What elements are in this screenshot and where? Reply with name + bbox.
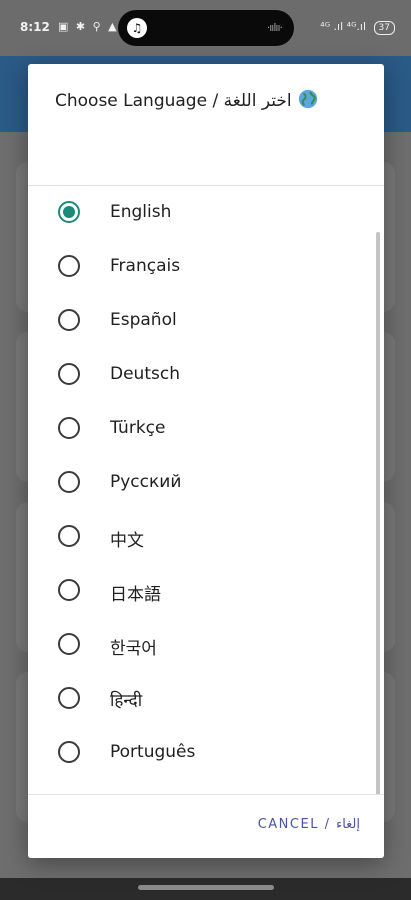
notification-icons: ▣ ✱ ⚲ ▲ (58, 20, 119, 33)
language-dialog: Choose Language / اختر اللغة English Fran… (28, 64, 384, 858)
language-option[interactable]: Português (28, 726, 374, 780)
radio-button[interactable] (58, 471, 80, 493)
battery-icon: 37 (373, 21, 395, 35)
radio-button-checked[interactable] (58, 201, 80, 223)
radio-dot-icon (63, 206, 75, 218)
language-label: 한국어 (110, 639, 157, 659)
language-option[interactable]: Español (28, 294, 374, 348)
radio-button[interactable] (58, 255, 80, 277)
radio-button[interactable] (58, 363, 80, 385)
signal-icons: ⁴ᴳ .ıl ⁴ᴳ.ıl 37 (320, 20, 395, 35)
language-label: Português (110, 742, 196, 762)
radio-button[interactable] (58, 309, 80, 331)
status-time: 8:12 (20, 20, 50, 34)
cancel-button[interactable]: CANCEL / إلغاء (258, 817, 360, 832)
audio-wave-icon: ·ıılıı· (266, 21, 283, 34)
language-label: Русский (110, 472, 182, 492)
language-option[interactable]: 한국어 (28, 618, 374, 672)
radio-button[interactable] (58, 579, 80, 601)
language-option[interactable]: English (28, 186, 374, 240)
language-label: हिन्दी (110, 691, 143, 711)
status-bar: 8:12 ▣ ✱ ⚲ ▲ ♫ ·ıılıı· ⁴ᴳ .ıl ⁴ᴳ.ıl 37 (0, 0, 411, 56)
language-label: 中文 (110, 531, 144, 551)
dialog-title: Choose Language / اختر اللغة (55, 88, 319, 111)
radio-button[interactable] (58, 417, 80, 439)
language-option[interactable]: हिन्दी (28, 672, 374, 726)
dialog-title-text: Choose Language / اختر اللغة (55, 91, 292, 111)
music-note-icon: ♫ (127, 18, 147, 38)
language-label: Français (110, 256, 181, 276)
language-option[interactable]: 日本語 (28, 564, 374, 618)
language-label: 日本語 (110, 585, 161, 605)
language-label: English (110, 202, 172, 222)
language-list[interactable]: English Français Español Deutsch Türkçe Русск… (28, 186, 384, 858)
language-option[interactable]: Deutsch (28, 348, 374, 402)
language-option[interactable]: 中文 (28, 510, 374, 564)
radio-button[interactable] (58, 687, 80, 709)
signal-strength-icon: ⁴ᴳ .ıl ⁴ᴳ.ıl (320, 20, 367, 33)
radio-button[interactable] (58, 525, 80, 547)
language-label: Deutsch (110, 364, 180, 384)
language-option[interactable]: Türkçe (28, 402, 374, 456)
scrollbar[interactable] (376, 232, 380, 836)
radio-button[interactable] (58, 633, 80, 655)
globe-icon (298, 89, 318, 109)
language-option[interactable]: Français (28, 240, 374, 294)
dynamic-island[interactable]: ♫ ·ıılıı· (118, 10, 294, 46)
language-label: Español (110, 310, 177, 330)
home-indicator[interactable] (138, 885, 274, 890)
language-label: Türkçe (110, 418, 166, 438)
dialog-footer: CANCEL / إلغاء (28, 794, 384, 858)
language-option[interactable]: Русский (28, 456, 374, 510)
radio-button[interactable] (58, 741, 80, 763)
